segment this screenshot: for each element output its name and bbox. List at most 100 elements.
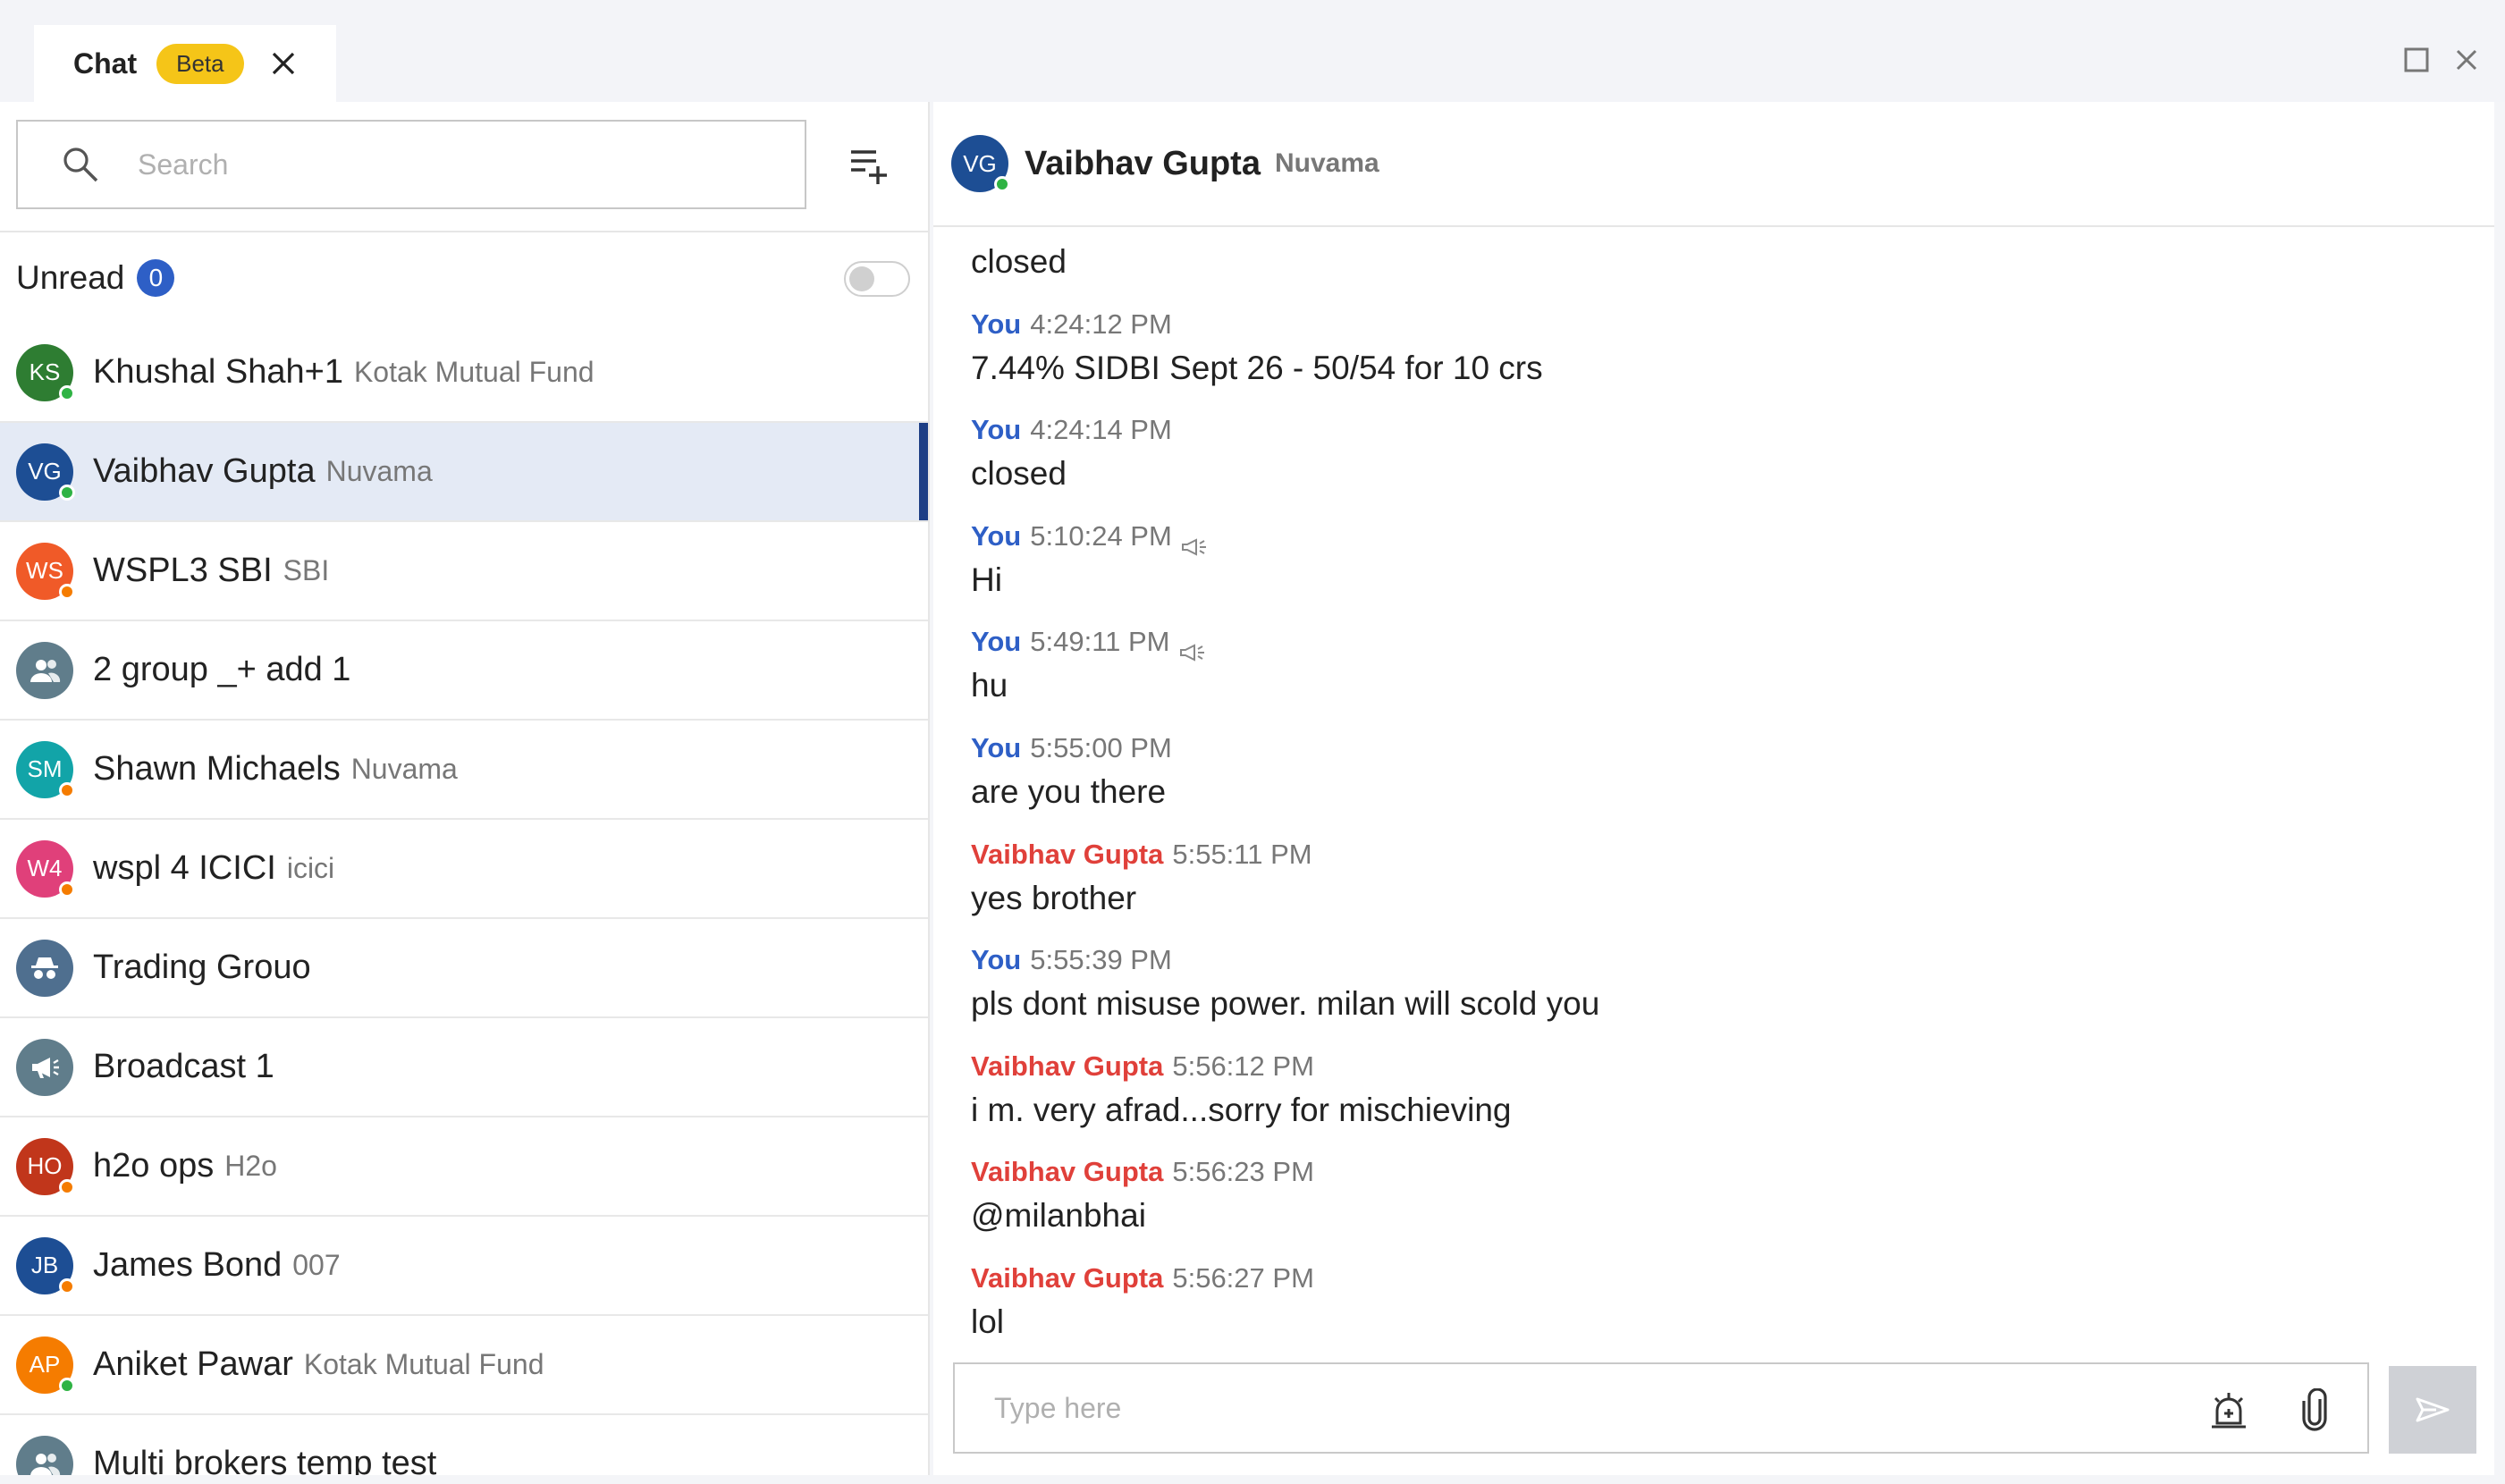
message: Vaibhav Gupta 5:55:11 PM yes brother [971, 835, 2455, 941]
message-text: lol [971, 1303, 1005, 1340]
message-sender: Vaibhav Gupta [971, 1156, 1164, 1188]
avatar-initials: SM [27, 755, 63, 782]
window-close-icon[interactable] [2450, 43, 2484, 77]
conversation-name: h2o ops [93, 1147, 215, 1185]
conversation-name: WSPL3 SBI [93, 552, 273, 589]
message-time: 5:55:11 PM [1172, 838, 1312, 870]
online-status-dot [59, 384, 75, 401]
conversation-name: Vaibhav Gupta [93, 452, 316, 490]
conversation-org: Kotak Mutual Fund [303, 1348, 544, 1380]
conversation-name: 2 group _+ add 1 [93, 651, 351, 688]
composer [953, 1362, 2369, 1454]
message-header: Vaibhav Gupta 5:56:27 PM [971, 1259, 2455, 1298]
conversation-name: Aniket Pawar [93, 1345, 293, 1383]
beta-badge: Beta [156, 43, 244, 84]
new-chat-icon[interactable] [846, 143, 890, 188]
message: closed [971, 229, 2455, 305]
broadcast-icon [1181, 528, 1211, 556]
message-time: 5:10:24 PM [1030, 519, 1172, 552]
chat-panel: VG Vaibhav Gupta Nuvama closed You 4:24:12… [933, 102, 2494, 1475]
message-time: 4:24:14 PM [1030, 414, 1172, 446]
toggle-knob [849, 266, 874, 291]
message-time: 5:49:11 PM [1030, 626, 1170, 658]
group-icon [29, 657, 61, 684]
conversation-item[interactable]: VG Vaibhav Gupta Nuvama [0, 423, 928, 522]
unread-toggle[interactable] [844, 261, 910, 297]
message-sender: You [971, 308, 1022, 340]
search-icon [63, 148, 98, 182]
message-text: i m. very afrad...sorry for mischieving [971, 1091, 1512, 1128]
unread-count-badge: 0 [137, 259, 175, 297]
message-time: 5:55:39 PM [1030, 944, 1172, 976]
message-sender: Vaibhav Gupta [971, 838, 1164, 870]
contact-org: Nuvama [1274, 148, 1379, 178]
message-list: closed You 4:24:12 PM 7.44% SIDBI Sept 26 -… [971, 229, 2455, 1341]
conversation-item[interactable]: AP Aniket Pawar Kotak Mutual Fund [0, 1316, 928, 1415]
conversation-item[interactable]: JB James Bond 007 [0, 1217, 928, 1316]
conversation-name: Shawn Michaels [93, 750, 341, 788]
message-header: You 4:24:12 PM [971, 305, 2455, 344]
incognito-icon [29, 955, 61, 982]
attachment-icon[interactable] [2292, 1387, 2337, 1432]
close-icon[interactable] [266, 46, 301, 81]
conversation-org: Nuvama [350, 753, 458, 785]
message-time: 4:24:12 PM [1030, 308, 1172, 340]
send-button[interactable] [2389, 1366, 2476, 1454]
avatar: KS [16, 343, 75, 401]
avatar: AP [16, 1336, 75, 1394]
conversation-org: icici [286, 852, 335, 884]
message: Vaibhav Gupta 5:56:23 PM @milanbhai [971, 1152, 2455, 1259]
message-sender: Vaibhav Gupta [971, 1261, 1164, 1294]
message: You 5:55:39 PM pls dont misuse power. mila… [971, 940, 2455, 1047]
conversation-item[interactable]: Multi brokers temp test [0, 1415, 928, 1475]
message-input[interactable] [994, 1391, 2156, 1425]
tab-chat[interactable]: Chat Beta [34, 25, 336, 102]
message-time: 5:56:12 PM [1172, 1050, 1314, 1082]
avatar: VG [16, 443, 75, 501]
conversation-item[interactable]: WS WSPL3 SBI SBI [0, 522, 928, 621]
message-time: 5:56:27 PM [1172, 1261, 1314, 1294]
avatar: HO [16, 1137, 75, 1195]
avatar: SM [16, 740, 75, 798]
message-sender: Vaibhav Gupta [971, 1050, 1164, 1082]
message-header: Vaibhav Gupta 5:56:23 PM [971, 1152, 2455, 1192]
message: You 5:10:24 PM Hi [971, 517, 2455, 623]
conversation-item[interactable]: W4 wspl 4 ICICI icici [0, 820, 928, 919]
conversation-item[interactable]: 2 group _+ add 1 [0, 621, 928, 721]
message: Vaibhav Gupta 5:56:27 PM lol [971, 1259, 2455, 1341]
conversation-item[interactable]: Broadcast 1 [0, 1018, 928, 1117]
megaphone-icon [29, 1054, 61, 1081]
message-area[interactable]: closed You 4:24:12 PM 7.44% SIDBI Sept 26 -… [933, 229, 2494, 1341]
message-sender: You [971, 414, 1022, 446]
message-header: Vaibhav Gupta 5:56:12 PM [971, 1047, 2455, 1086]
avatar [16, 641, 73, 699]
conversation-org: SBI [283, 554, 330, 586]
away-status-dot [59, 781, 75, 798]
conversation-item[interactable]: Trading Grouo [0, 919, 928, 1018]
message-header: You 5:55:00 PM [971, 729, 2455, 768]
window-controls [2400, 43, 2484, 77]
away-status-dot [59, 1178, 75, 1195]
message-time: 5:55:00 PM [1030, 731, 1172, 763]
message: Vaibhav Gupta 5:56:12 PM i m. very afrad..… [971, 1047, 2455, 1153]
away-status-dot [59, 583, 75, 600]
message-text: pls dont misuse power. milan will scold … [971, 985, 1600, 1023]
conversation-panel: Unread 0 KS Khushal Shah+1 Kotak Mutual Fu… [0, 102, 930, 1475]
conversation-item[interactable]: SM Shawn Michaels Nuvama [0, 721, 928, 820]
avatar: VG [951, 135, 1010, 192]
conversation-item[interactable]: HO h2o ops H2o [0, 1117, 928, 1217]
search-input[interactable] [138, 148, 763, 181]
maximize-icon[interactable] [2400, 43, 2433, 77]
conversation-item[interactable]: KS Khushal Shah+1 Kotak Mutual Fund [0, 324, 928, 423]
avatar-initials: VG [28, 458, 62, 485]
away-status-dot [59, 1277, 75, 1294]
message-header: You 5:55:39 PM [971, 940, 2455, 980]
avatar-initials: KS [29, 358, 61, 385]
chat-header: VG Vaibhav Gupta Nuvama [933, 102, 2494, 227]
away-status-dot [59, 881, 75, 898]
avatar-initials: W4 [27, 855, 63, 881]
message-header: You 5:10:24 PM [971, 517, 2455, 556]
avatar: WS [16, 542, 75, 600]
alert-siren-icon[interactable] [2206, 1387, 2251, 1432]
search-box[interactable] [16, 120, 806, 209]
